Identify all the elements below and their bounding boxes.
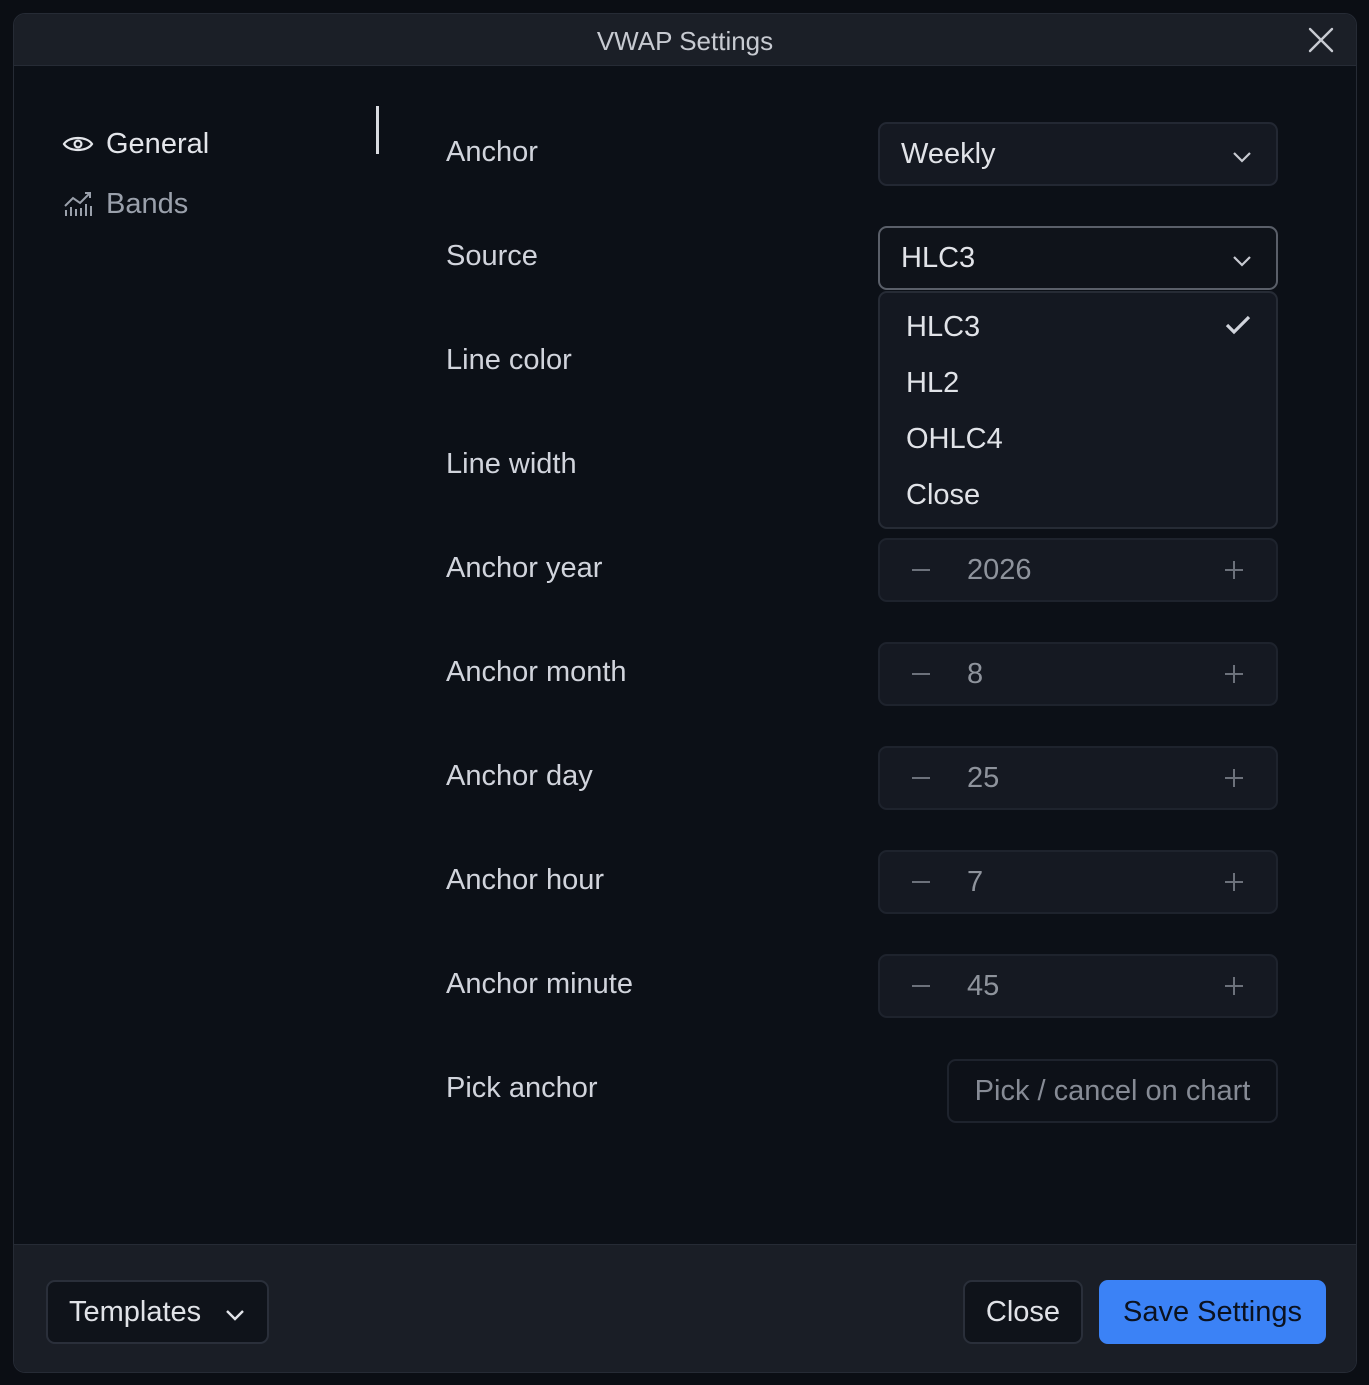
dialog-footer: Templates Close Save Settings bbox=[14, 1244, 1356, 1372]
sidebar-item-label: Bands bbox=[106, 187, 189, 220]
anchor-year-stepper[interactable]: 2026 bbox=[878, 538, 1278, 602]
dropdown-option-hl2[interactable]: HL2 bbox=[906, 367, 959, 400]
sidebar-item-general[interactable]: General bbox=[62, 124, 209, 164]
plus-icon[interactable] bbox=[1216, 656, 1252, 692]
stepper-value[interactable]: 7 bbox=[967, 866, 983, 899]
save-settings-button[interactable]: Save Settings bbox=[1099, 1280, 1326, 1344]
dropdown-option-hlc3[interactable]: HLC3 bbox=[906, 311, 980, 344]
anchor-day-stepper[interactable]: 25 bbox=[878, 746, 1278, 810]
line-width-label: Line width bbox=[446, 448, 577, 480]
section-divider bbox=[376, 106, 379, 154]
checkmark-icon bbox=[1224, 313, 1252, 337]
stepper-value[interactable]: 8 bbox=[967, 658, 983, 691]
anchor-minute-stepper[interactable]: 45 bbox=[878, 954, 1278, 1018]
chevron-down-icon bbox=[1230, 248, 1254, 272]
anchor-value: Weekly bbox=[901, 137, 996, 170]
dropdown-option-ohlc4[interactable]: OHLC4 bbox=[906, 423, 1003, 456]
anchor-month-stepper[interactable]: 8 bbox=[878, 642, 1278, 706]
sidebar-item-bands[interactable]: Bands bbox=[62, 184, 188, 224]
anchor-day-label: Anchor day bbox=[446, 760, 593, 792]
line-color-label: Line color bbox=[446, 344, 572, 376]
anchor-label: Anchor bbox=[446, 136, 538, 168]
pick-anchor-button[interactable]: Pick / cancel on chart bbox=[947, 1059, 1278, 1123]
minus-icon[interactable] bbox=[904, 760, 940, 796]
plus-icon[interactable] bbox=[1216, 968, 1252, 1004]
anchor-hour-label: Anchor hour bbox=[446, 864, 604, 896]
minus-icon[interactable] bbox=[904, 968, 940, 1004]
close-button[interactable]: Close bbox=[963, 1280, 1083, 1344]
dropdown-option-close[interactable]: Close bbox=[906, 479, 980, 512]
pick-anchor-label: Pick anchor bbox=[446, 1072, 598, 1104]
eye-icon bbox=[62, 128, 94, 160]
plus-icon[interactable] bbox=[1216, 552, 1252, 588]
settings-dialog: VWAP Settings General Bands Anchor Weekl… bbox=[13, 13, 1357, 1373]
source-dropdown-menu: HLC3 HL2 OHLC4 Close bbox=[878, 291, 1278, 529]
dialog-titlebar: VWAP Settings bbox=[14, 14, 1356, 66]
anchor-minute-label: Anchor minute bbox=[446, 968, 633, 1000]
minus-icon[interactable] bbox=[904, 656, 940, 692]
close-icon[interactable] bbox=[1308, 27, 1334, 53]
templates-label: Templates bbox=[69, 1295, 202, 1328]
source-label: Source bbox=[446, 240, 538, 272]
dialog-title: VWAP Settings bbox=[596, 26, 774, 56]
source-select[interactable]: HLC3 bbox=[878, 226, 1278, 290]
sidebar-item-label: General bbox=[106, 127, 210, 160]
source-value: HLC3 bbox=[901, 241, 976, 274]
plus-icon[interactable] bbox=[1216, 760, 1252, 796]
stepper-value[interactable]: 45 bbox=[967, 970, 999, 1003]
chevron-down-icon bbox=[1230, 144, 1254, 168]
anchor-hour-stepper[interactable]: 7 bbox=[878, 850, 1278, 914]
templates-button[interactable]: Templates bbox=[46, 1280, 269, 1344]
stepper-value[interactable]: 2026 bbox=[967, 554, 1032, 587]
anchor-month-label: Anchor month bbox=[446, 656, 627, 688]
anchor-select[interactable]: Weekly bbox=[878, 122, 1278, 186]
minus-icon[interactable] bbox=[904, 552, 940, 588]
minus-icon[interactable] bbox=[904, 864, 940, 900]
plus-icon[interactable] bbox=[1216, 864, 1252, 900]
chevron-down-icon bbox=[223, 1302, 247, 1326]
stepper-value[interactable]: 25 bbox=[967, 762, 999, 795]
chart-icon bbox=[62, 188, 94, 220]
anchor-year-label: Anchor year bbox=[446, 552, 603, 584]
